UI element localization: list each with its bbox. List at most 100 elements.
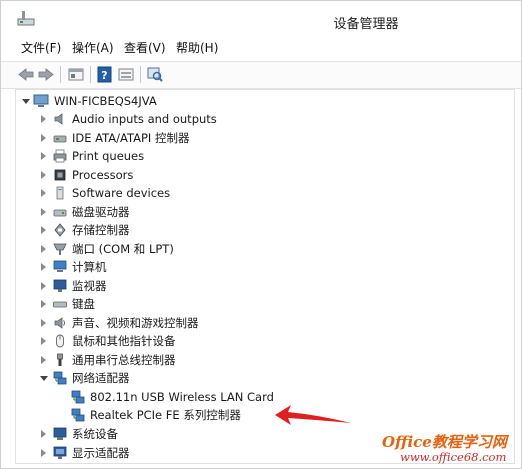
tree-item-label: 计算机	[72, 260, 107, 274]
storage-controller-icon	[54, 223, 66, 237]
expand-arrow-icon[interactable]	[41, 337, 46, 345]
title-bar: 设备管理器	[1, 1, 521, 33]
tree-item[interactable]: 鼠标和其他指针设备	[16, 332, 496, 350]
tree-item-label: 端口 (COM 和 LPT)	[72, 241, 174, 256]
printer-icon	[53, 149, 67, 163]
expand-arrow-icon[interactable]	[41, 115, 46, 123]
tree-item-label: 显示适配器	[72, 446, 130, 460]
network-card-icon	[71, 408, 85, 422]
tree-item[interactable]: 计算机	[16, 258, 496, 276]
tree-item-label: 系统设备	[72, 427, 118, 441]
collapse-arrow-icon[interactable]	[40, 376, 48, 381]
collapse-arrow-icon[interactable]	[22, 99, 30, 104]
processor-icon	[54, 169, 66, 180]
tree-item-network-adapters[interactable]: 网络适配器	[16, 369, 496, 387]
tree-item[interactable]: 端口 (COM 和 LPT)	[16, 240, 496, 258]
computer-icon	[33, 94, 49, 107]
monitor-icon	[53, 279, 67, 292]
tree-item[interactable]: Audio inputs and outputs	[16, 110, 496, 128]
show-hidden-icon[interactable]	[117, 66, 135, 83]
tree-item-label: IDE ATA/ATAPI 控制器	[72, 130, 190, 145]
tree-item[interactable]: 键盘	[16, 295, 496, 313]
forward-icon[interactable]	[37, 66, 55, 83]
tree-item-label: 网络适配器	[72, 371, 130, 385]
tree-item[interactable]: IDE ATA/ATAPI 控制器	[16, 129, 496, 147]
expand-arrow-icon[interactable]	[41, 355, 46, 364]
watermark-title: Office教程学习网	[382, 433, 507, 451]
tree-item[interactable]: 通用串行总线控制器	[16, 351, 496, 369]
tree-item-label: Print queues	[72, 149, 145, 163]
tree-item[interactable]: 存储控制器	[16, 221, 496, 239]
expand-arrow-icon[interactable]	[41, 430, 46, 438]
properties-icon[interactable]	[67, 66, 85, 83]
scan-hardware-icon[interactable]	[146, 66, 164, 83]
menu-file[interactable]: 文件(F)	[21, 39, 61, 56]
tree-child-label: 802.11n USB Wireless LAN Card	[90, 389, 274, 404]
tree-root-label: WIN-FICBEQS4JVA	[54, 94, 157, 108]
tree-item-label: 存储控制器	[72, 223, 130, 237]
expand-arrow-icon[interactable]	[41, 170, 46, 179]
toolbar-separator	[140, 66, 141, 83]
tree-child-item[interactable]: 802.11n USB Wireless LAN Card	[16, 388, 496, 406]
watermark-url: www.office68.com	[400, 450, 507, 464]
expand-arrow-icon[interactable]	[41, 263, 46, 271]
expand-arrow-icon[interactable]	[41, 244, 46, 253]
tree-root[interactable]: WIN-FICBEQS4JVA	[16, 92, 216, 110]
tree-child-item[interactable]: Realtek PCIe FE 系列控制器	[16, 406, 496, 424]
system-device-icon	[53, 427, 67, 440]
tree-item-label: 声音、视频和游戏控制器	[72, 315, 199, 330]
tree-item[interactable]: Print queues	[16, 147, 496, 165]
tree-item-label: 监视器	[72, 278, 107, 293]
tree-item-label: 通用串行总线控制器	[72, 352, 176, 367]
tree-item-label: 鼠标和其他指针设备	[72, 334, 176, 348]
speaker-icon	[54, 113, 63, 125]
tree-item[interactable]: 声音、视频和游戏控制器	[16, 314, 496, 332]
toolbar-separator	[60, 66, 61, 83]
back-icon[interactable]	[17, 66, 35, 83]
expand-arrow-icon[interactable]	[41, 300, 46, 308]
network-adapter-icon	[53, 371, 67, 385]
tree-item-label: Audio inputs and outputs	[72, 112, 217, 126]
device-tree: WIN-FICBEQS4JVA Audio inputs and outputs…	[15, 89, 515, 464]
toolbar: ?	[1, 61, 521, 89]
annotation-arrow-icon	[275, 405, 351, 425]
expand-arrow-icon[interactable]	[41, 281, 46, 290]
watermark: Office教程学习网 www.office68.com	[382, 431, 522, 467]
expand-arrow-icon[interactable]	[41, 189, 46, 197]
menu-view[interactable]: 查看(V)	[124, 39, 166, 56]
keyboard-icon	[53, 301, 67, 308]
window-title: 设备管理器	[333, 17, 399, 32]
network-card-icon	[71, 390, 85, 403]
expand-arrow-icon[interactable]	[41, 152, 46, 160]
expand-arrow-icon[interactable]	[41, 133, 46, 142]
tree-item[interactable]: 磁盘驱动器	[16, 203, 496, 221]
help-icon[interactable]: ?	[96, 66, 114, 83]
computer-category-icon	[53, 260, 67, 272]
expand-arrow-icon[interactable]	[41, 207, 46, 216]
sound-video-icon	[54, 316, 65, 329]
tree-item-label: 磁盘驱动器	[72, 204, 130, 219]
tree-item-label: 键盘	[72, 297, 95, 311]
display-adapter-icon	[53, 446, 67, 459]
usb-icon	[57, 353, 63, 366]
tree-item-label: Processors	[72, 167, 134, 182]
menu-action[interactable]: 操作(A)	[72, 39, 114, 56]
menu-bar: 文件(F) 操作(A) 查看(V) 帮助(H)	[1, 39, 521, 59]
svg-text:?: ?	[101, 69, 107, 82]
disk-drive-icon	[53, 209, 67, 216]
port-icon	[53, 243, 67, 255]
toolbar-separator	[90, 66, 91, 83]
tree-item[interactable]: 监视器	[16, 277, 496, 295]
tree-item[interactable]: Software devices	[16, 184, 496, 202]
tree-item-label: Software devices	[72, 186, 171, 200]
menu-help[interactable]: 帮助(H)	[176, 39, 218, 56]
software-device-icon	[56, 186, 64, 200]
expand-arrow-icon[interactable]	[41, 449, 46, 457]
tree-item[interactable]: Processors	[16, 166, 496, 184]
expand-arrow-icon[interactable]	[41, 318, 46, 327]
device-manager-window: 设备管理器 文件(F) 操作(A) 查看(V) 帮助(H) ? WIN-FICB…	[0, 0, 522, 469]
mouse-icon	[56, 334, 64, 348]
expand-arrow-icon[interactable]	[41, 226, 46, 234]
tree-child-label: Realtek PCIe FE 系列控制器	[90, 408, 241, 422]
ide-controller-icon	[53, 135, 67, 142]
